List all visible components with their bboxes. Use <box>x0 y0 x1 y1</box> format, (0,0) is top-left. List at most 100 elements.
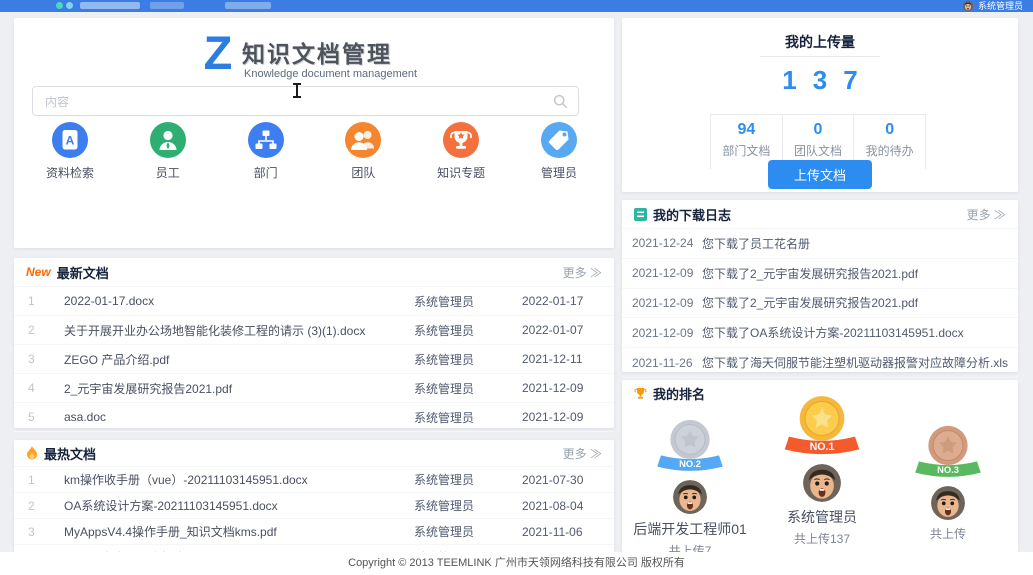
log-date: 2021-12-24 <box>622 236 702 250</box>
download-log-title: 我的下载日志 <box>653 205 731 224</box>
search-box[interactable] <box>32 86 579 116</box>
latest-docs-card: New 最新文档 更多 ≫ 1 2022-01-17.docx 系统管理员 20… <box>14 258 614 428</box>
doc-author: 系统管理员 <box>414 322 522 339</box>
bronze-medal-icon: NO.3 <box>910 424 986 482</box>
flame-icon <box>26 446 38 460</box>
latest-docs-title: 最新文档 <box>57 263 109 282</box>
nav-item-doc-search[interactable]: A 资料检索 <box>32 122 108 181</box>
doc-name-link[interactable]: OA系统设计方案-20211103145951.docx <box>58 497 414 514</box>
doc-author: 系统管理员 <box>414 351 522 368</box>
row-index: 4 <box>14 381 58 395</box>
topbar-username: 系统管理员 <box>978 0 1023 12</box>
topbar-logo-icon <box>56 2 63 9</box>
table-row: 2 OA系统设计方案-20211103145951.docx 系统管理员 202… <box>14 493 614 519</box>
topbar-user[interactable]: 系统管理员 <box>963 0 1023 12</box>
ranking-title: 我的排名 <box>653 384 705 403</box>
hot-docs-more-link[interactable]: 更多 ≫ <box>563 445 602 462</box>
search-input[interactable] <box>43 87 547 117</box>
app-title: 知识文档管理 <box>242 35 392 69</box>
topbar-logo-icon <box>66 2 73 9</box>
nav-label: 知识专题 <box>423 164 499 181</box>
stat-label: 部门文档 <box>711 142 782 159</box>
rank-user-name: 系统管理员 <box>752 507 892 527</box>
list-item: 2021-12-09 您下载了OA系统设计方案-20211103145951.d… <box>622 318 1018 348</box>
nav-item-admin[interactable]: 管理员 <box>521 122 597 181</box>
app-subtitle: Knowledge document management <box>244 68 417 80</box>
row-index: 3 <box>14 352 58 366</box>
upload-doc-button[interactable]: 上传文档 <box>768 160 872 189</box>
new-badge-icon: New <box>26 265 51 279</box>
app-logo-icon: Z <box>197 28 239 78</box>
doc-name-link[interactable]: 2022-01-17.docx <box>58 294 414 308</box>
rank-badge-label: NO.2 <box>679 459 701 469</box>
doc-author: 系统管理员 <box>414 380 522 397</box>
ranking-entry-no1[interactable]: NO.1 系统管理员 共上传137 <box>752 394 892 547</box>
rank-upload-count: 共上传137 <box>752 530 892 547</box>
knowledge-topic-icon <box>443 122 479 158</box>
nav-item-team[interactable]: 团队 <box>325 122 401 181</box>
doc-author: 系统管理员 <box>414 523 522 540</box>
stat-label: 我的待办 <box>854 142 925 159</box>
log-date: 2021-12-09 <box>622 326 702 340</box>
doc-author: 系统管理员 <box>414 409 522 426</box>
row-index: 1 <box>14 294 58 308</box>
log-text: 您下载了2_元宇宙发展研究报告2021.pdf <box>702 294 926 311</box>
doc-date: 2021-08-04 <box>522 499 614 513</box>
hot-docs-card: 最热文档 更多 ≫ 1 km操作收手册（vue）-20211103145951.… <box>14 440 614 555</box>
row-index: 5 <box>14 410 58 424</box>
topbar-menu-blur[interactable] <box>225 2 271 9</box>
ranking-entry-no2[interactable]: NO.2 后端开发工程师01 共上传7 <box>622 418 758 552</box>
doc-date: 2021-12-09 <box>522 381 614 395</box>
search-icon[interactable] <box>553 94 568 109</box>
text-cursor <box>296 83 298 98</box>
avatar <box>931 486 965 520</box>
quick-nav-row: A 资料检索 员工 <box>32 122 597 181</box>
rank-badge-label: NO.1 <box>810 441 835 453</box>
table-row: 5 asa.doc 系统管理员 2021-12-09 <box>14 403 614 432</box>
doc-name-link[interactable]: ZEGO 产品介绍.pdf <box>58 351 414 368</box>
doc-name-link[interactable]: MyAppsV4.4操作手册_知识文档kms.pdf <box>58 523 414 540</box>
nav-label: 部门 <box>228 164 304 181</box>
upload-panel-title: 我的上传量 <box>622 32 1018 52</box>
log-text: 您下载了员工花名册 <box>702 235 818 252</box>
footer-copyright: Copyright © 2013 TEEMLINK 广州市天领网络科技有限公司 … <box>0 552 1033 575</box>
upload-counter: 1 3 7 <box>760 56 880 96</box>
ranking-entry-no3[interactable]: NO.3 共上传 <box>880 424 1016 542</box>
team-icon <box>345 122 381 158</box>
doc-name-link[interactable]: 关于开展开业办公场地智能化装修工程的请示 (3)(1).docx <box>58 322 414 339</box>
doc-date: 2021-12-09 <box>522 410 614 424</box>
counter-digit: 7 <box>843 65 857 96</box>
doc-date: 2021-12-11 <box>522 352 614 366</box>
doc-name-link[interactable]: km操作收手册（vue）-20211103145951.docx <box>58 471 414 488</box>
list-item: 2021-12-09 您下载了2_元宇宙发展研究报告2021.pdf <box>622 289 1018 319</box>
latest-docs-more-link[interactable]: 更多 ≫ <box>563 264 602 281</box>
avatar <box>803 464 841 502</box>
admin-tag-icon <box>541 122 577 158</box>
department-icon <box>248 122 284 158</box>
avatar <box>673 480 707 514</box>
doc-name-link[interactable]: 2_元宇宙发展研究报告2021.pdf <box>58 380 414 397</box>
nav-label: 团队 <box>325 164 401 181</box>
nav-item-department[interactable]: 部门 <box>228 122 304 181</box>
table-row: 1 2022-01-17.docx 系统管理员 2022-01-17 <box>14 287 614 316</box>
nav-item-knowledge-topic[interactable]: 知识专题 <box>423 122 499 181</box>
doc-name-link[interactable]: asa.doc <box>58 410 414 424</box>
nav-item-employee[interactable]: 员工 <box>130 122 206 181</box>
hot-docs-header: 最热文档 更多 ≫ <box>14 440 614 467</box>
doc-date: 2022-01-17 <box>522 294 614 308</box>
table-row: 3 ZEGO 产品介绍.pdf 系统管理员 2021-12-11 <box>14 345 614 374</box>
rank-upload-count: 共上传7 <box>622 542 758 552</box>
nav-label: 资料检索 <box>32 164 108 181</box>
download-log-more-link[interactable]: 更多 ≫ <box>967 206 1006 223</box>
my-upload-panel: 我的上传量 1 3 7 94 部门文档 0 团队文档 0 我的待办 上传文档 <box>622 18 1018 192</box>
search-hero-card: Z 知识文档管理 Knowledge document management A… <box>14 18 614 248</box>
rank-user-name: 后端开发工程师01 <box>622 519 758 539</box>
topbar-menu-blur[interactable] <box>150 2 184 9</box>
avatar-icon <box>963 1 973 11</box>
log-text: 您下载了OA系统设计方案-20211103145951.docx <box>702 324 972 341</box>
stat-value: 94 <box>711 121 782 139</box>
employee-icon <box>150 122 186 158</box>
trophy-icon <box>634 387 647 400</box>
counter-digit: 3 <box>813 65 827 96</box>
rank-upload-count: 共上传 <box>880 525 1016 542</box>
